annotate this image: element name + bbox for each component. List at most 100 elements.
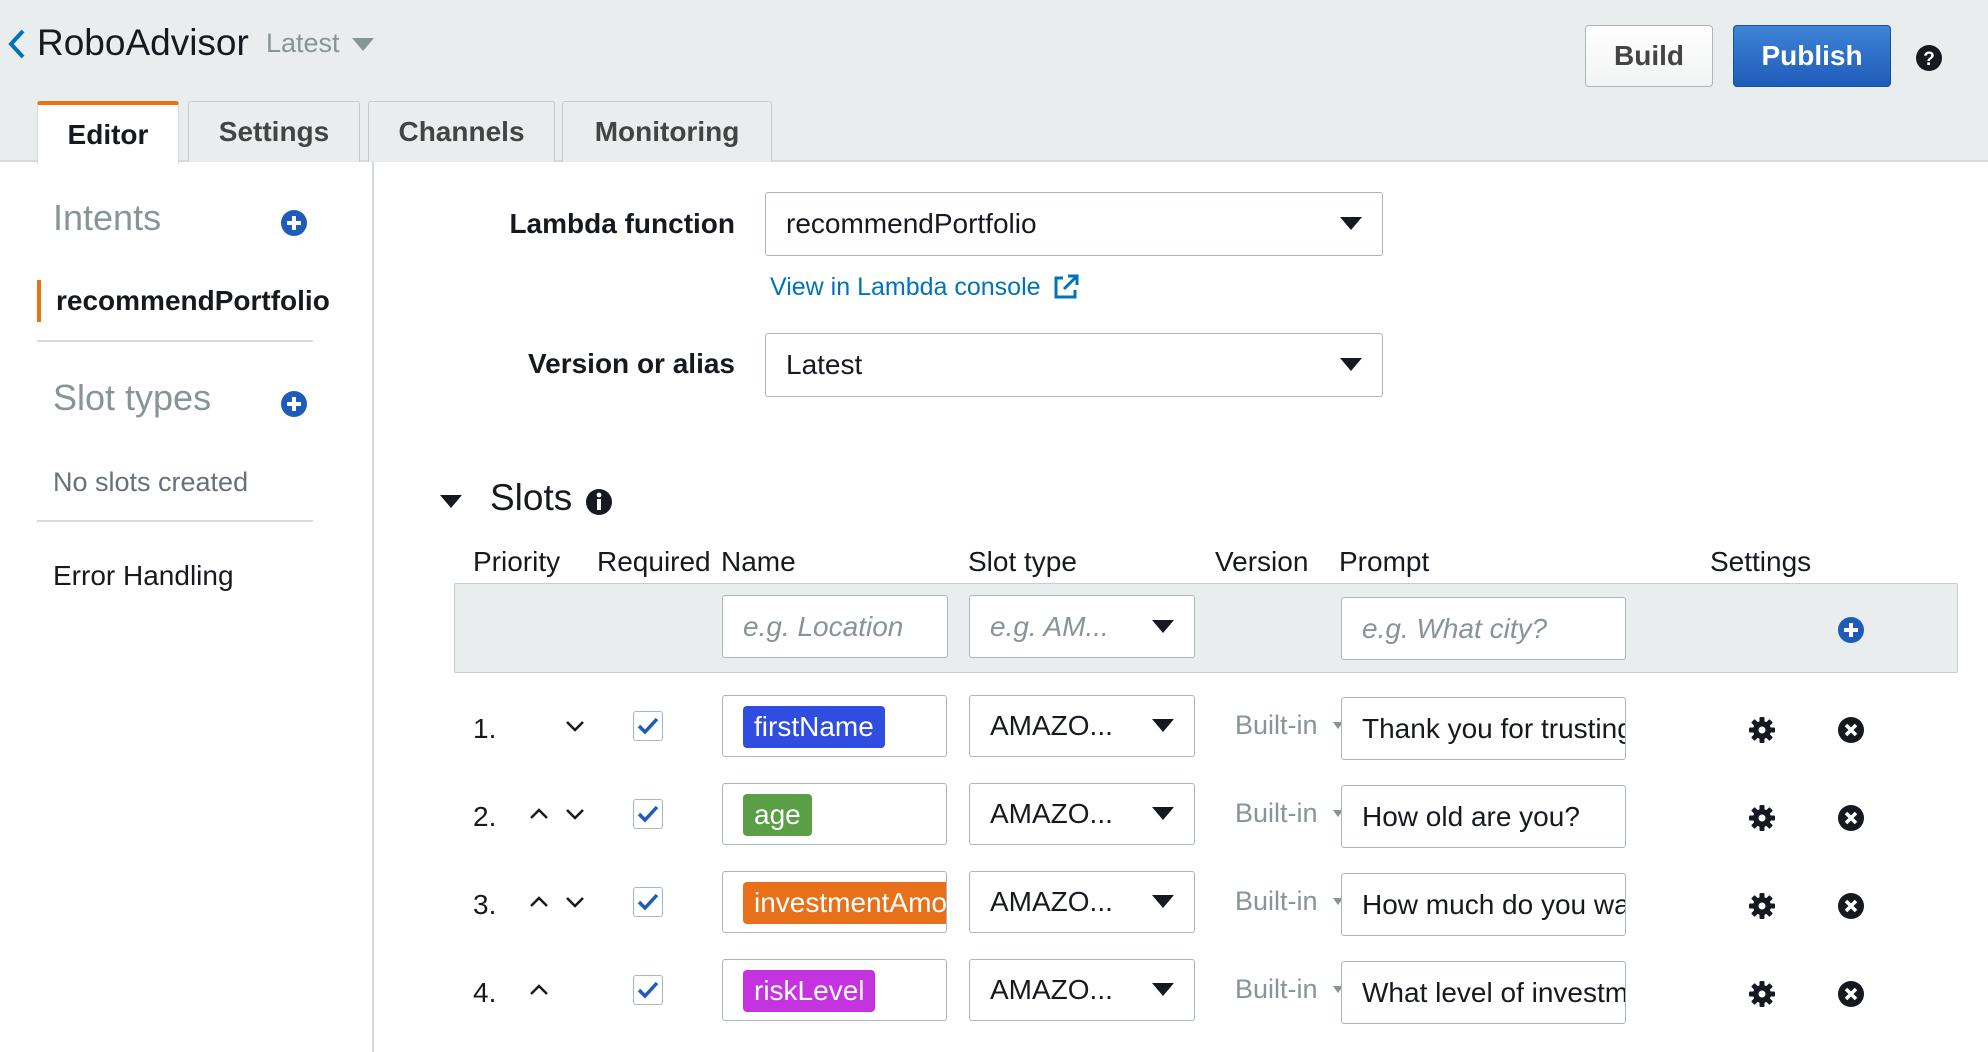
chevron-down-icon[interactable] — [352, 38, 374, 52]
slot-priority-number: 2. — [473, 801, 497, 832]
slot-priority-number: 4. — [473, 977, 497, 1008]
add-slot-icon[interactable] — [1837, 616, 1865, 644]
new-slot-name-input[interactable]: e.g. Location — [722, 595, 948, 658]
tab-channels[interactable]: Channels — [368, 101, 555, 162]
new-slot-type-placeholder: e.g. AM... — [990, 610, 1109, 642]
slot-version-dropdown[interactable]: Built-in — [1235, 974, 1318, 1005]
info-icon[interactable] — [585, 488, 613, 516]
slot-type-select[interactable]: AMAZO... — [969, 959, 1195, 1021]
slot-prompt-input[interactable]: What level of investment — [1341, 961, 1626, 1024]
view-in-lambda-console-link[interactable]: View in Lambda console — [770, 272, 1081, 302]
tab-monitoring[interactable]: Monitoring — [562, 101, 772, 162]
link-label: View in Lambda console — [770, 272, 1041, 301]
remove-icon[interactable] — [1837, 892, 1865, 920]
required-checkbox[interactable] — [633, 887, 663, 917]
slot-name-field[interactable]: age — [722, 783, 947, 845]
add-intent-icon[interactable] — [280, 209, 308, 237]
checkmark-icon — [637, 981, 659, 999]
column-header-name: Name — [721, 546, 796, 577]
sidebar-item-error-handling[interactable]: Error Handling — [53, 560, 234, 592]
active-intent-indicator — [37, 280, 41, 322]
chevron-up-icon[interactable] — [529, 896, 549, 908]
build-button[interactable]: Build — [1585, 25, 1713, 87]
remove-icon[interactable] — [1837, 804, 1865, 832]
chevron-down-icon[interactable] — [565, 720, 585, 732]
slot-name-field[interactable]: riskLevel — [722, 959, 947, 1021]
checkmark-icon — [637, 893, 659, 911]
version-or-alias-label: Version or alias — [528, 348, 735, 379]
remove-icon[interactable] — [1837, 716, 1865, 744]
no-slots-message: No slots created — [53, 467, 249, 497]
chevron-down-icon — [1152, 807, 1174, 820]
bot-version-dropdown[interactable]: Latest — [266, 28, 340, 59]
chevron-down-icon — [1152, 719, 1174, 732]
column-header-version: Version — [1215, 546, 1309, 577]
slot-type-select[interactable]: AMAZO... — [969, 783, 1195, 845]
required-checkbox[interactable] — [633, 711, 663, 741]
slot-type-value: AMAZO... — [990, 710, 1113, 741]
slot-type-select[interactable]: AMAZO... — [969, 871, 1195, 933]
add-slot-type-icon[interactable] — [280, 390, 308, 418]
slot-name-field[interactable]: investmentAmount — [722, 871, 947, 933]
tab-editor[interactable]: Editor — [37, 101, 179, 164]
help-icon[interactable]: ? — [1915, 44, 1943, 72]
chevron-down-icon[interactable] — [565, 808, 585, 820]
new-slot-type-select[interactable]: e.g. AM... — [969, 595, 1195, 658]
sidebar-divider — [372, 162, 374, 1052]
slot-version-dropdown[interactable]: Built-in — [1235, 710, 1318, 741]
chevron-down-icon — [1152, 619, 1174, 633]
chevron-down-icon — [1152, 895, 1174, 908]
slot-prompt-input[interactable]: Thank you for trusting — [1341, 697, 1626, 760]
slots-heading: Slots — [490, 477, 573, 518]
slot-priority-number: 3. — [473, 889, 497, 920]
slot-type-value: AMAZO... — [990, 974, 1113, 1005]
checkmark-icon — [637, 717, 659, 735]
remove-icon[interactable] — [1837, 980, 1865, 1008]
new-slot-prompt-input[interactable]: e.g. What city? — [1341, 597, 1626, 660]
gear-icon[interactable] — [1748, 980, 1776, 1008]
slot-prompt-input[interactable]: How old are you? — [1341, 785, 1626, 848]
slot-prompt-input[interactable]: How much do you want — [1341, 873, 1626, 936]
slot-name-field[interactable]: firstName — [722, 695, 947, 757]
divider — [37, 340, 313, 342]
divider — [37, 520, 313, 522]
checkmark-icon — [637, 805, 659, 823]
column-header-settings: Settings — [1710, 546, 1812, 577]
required-checkbox[interactable] — [633, 975, 663, 1005]
gear-icon[interactable] — [1748, 892, 1776, 920]
slot-name-chip: age — [743, 794, 812, 836]
slot-name-chip: riskLevel — [743, 970, 876, 1012]
slot-priority-number: 1. — [473, 713, 497, 744]
lambda-function-value: recommendPortfolio — [786, 208, 1037, 239]
lambda-function-label: Lambda function — [509, 208, 735, 239]
slot-version-dropdown[interactable]: Built-in — [1235, 886, 1318, 917]
sidebar-item-recommendportfolio[interactable]: recommendPortfolio — [56, 285, 330, 317]
chevron-down-icon[interactable] — [565, 896, 585, 908]
column-header-required: Required — [597, 546, 711, 577]
bot-name: RoboAdvisor — [37, 22, 249, 63]
version-or-alias-select[interactable]: Latest — [765, 333, 1383, 397]
slot-version-dropdown[interactable]: Built-in — [1235, 798, 1318, 829]
publish-button[interactable]: Publish — [1733, 25, 1891, 87]
lambda-function-select[interactable]: recommendPortfolio — [765, 192, 1383, 256]
chevron-up-icon[interactable] — [529, 808, 549, 820]
back-chevron-icon[interactable] — [6, 28, 28, 60]
svg-text:?: ? — [1923, 49, 1935, 70]
collapse-slots-icon[interactable] — [440, 495, 462, 509]
required-checkbox[interactable] — [633, 799, 663, 829]
slot-name-chip: firstName — [743, 706, 885, 748]
tab-settings[interactable]: Settings — [188, 101, 360, 162]
chevron-down-icon — [1340, 358, 1362, 371]
chevron-up-icon[interactable] — [529, 984, 549, 996]
external-link-icon — [1054, 274, 1079, 299]
gear-icon[interactable] — [1748, 804, 1776, 832]
column-header-slot-type: Slot type — [968, 546, 1077, 577]
bot-header: RoboAdvisor Latest Build Publish ? Edito… — [0, 0, 1988, 164]
column-header-priority: Priority — [473, 546, 561, 577]
new-slot-row — [454, 583, 1958, 673]
slot-type-value: AMAZO... — [990, 886, 1113, 917]
slot-name-chip: investmentAmount — [743, 882, 946, 924]
slot-type-select[interactable]: AMAZO... — [969, 695, 1195, 757]
slot-type-value: AMAZO... — [990, 798, 1113, 829]
gear-icon[interactable] — [1748, 716, 1776, 744]
